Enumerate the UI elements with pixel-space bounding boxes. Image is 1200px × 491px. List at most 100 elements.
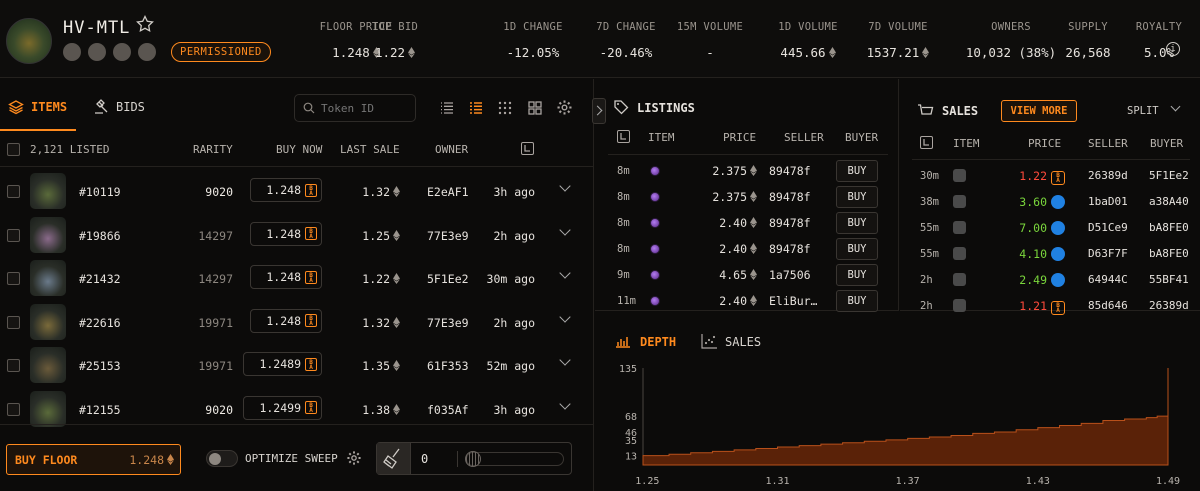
token-id-input[interactable] xyxy=(321,101,405,115)
nft-thumbnail[interactable] xyxy=(30,260,66,296)
table-row[interactable]: #22616 19971 1.248 B A 1.32 77E3e9 2h ago xyxy=(0,299,594,342)
item-avatar[interactable] xyxy=(650,296,660,306)
buy-listing-button[interactable]: BUY xyxy=(836,264,878,286)
sale-row[interactable]: 2h 2.49 64944C 55BF41 xyxy=(905,268,1200,294)
tab-items[interactable]: ITEMS xyxy=(0,86,76,131)
buy-listing-button[interactable]: BUY xyxy=(836,160,878,182)
sale-buyer[interactable]: 5F1Ee2 xyxy=(1149,169,1189,182)
sale-item-thumb[interactable] xyxy=(953,195,966,208)
listings-clock-icon[interactable] xyxy=(617,130,630,143)
select-all-checkbox[interactable] xyxy=(7,143,20,156)
sale-seller[interactable]: 85d646 xyxy=(1088,299,1128,312)
table-row[interactable]: #25153 19971 1.2489 B A 1.35 61F353 52m ago xyxy=(0,342,594,385)
expand-row-chevron-icon[interactable] xyxy=(559,223,571,236)
buy-listing-button[interactable]: BUY xyxy=(836,186,878,208)
clock-icon[interactable] xyxy=(521,142,534,155)
table-row[interactable]: #21432 14297 1.248 B A 1.22 5F1Ee2 30m ago xyxy=(0,255,594,298)
split-dropdown[interactable]: SPLIT xyxy=(1127,101,1185,120)
table-row[interactable]: #12155 9020 1.2499 B A 1.38 f035Af 3h ago xyxy=(0,386,594,429)
listing-seller[interactable]: 89478f xyxy=(769,216,811,230)
listing-seller[interactable]: 1a7506 xyxy=(769,268,811,282)
item-avatar[interactable] xyxy=(650,218,660,228)
expand-row-chevron-icon[interactable] xyxy=(559,354,571,366)
token-search[interactable] xyxy=(294,94,416,122)
owner-address[interactable]: f035Af xyxy=(427,403,469,417)
sweep-slider-handle[interactable] xyxy=(465,451,481,467)
broom-icon[interactable] xyxy=(377,443,411,474)
buy-now-button[interactable]: 1.248 B A xyxy=(250,221,322,246)
list-view-icon[interactable] xyxy=(439,100,455,116)
listing-seller[interactable]: EliBur… xyxy=(769,294,817,308)
sale-row[interactable]: 38m 3.60 1baD01 a38A40 xyxy=(905,190,1200,216)
sale-item-thumb[interactable] xyxy=(953,247,966,260)
sale-seller[interactable]: 26389d xyxy=(1088,169,1128,182)
header-owner[interactable]: OWNER xyxy=(435,143,468,156)
sale-seller[interactable]: 64944C xyxy=(1088,273,1128,286)
listing-row[interactable]: 9m 4.65 1a7506 BUY xyxy=(600,262,895,288)
header-buy-now[interactable]: BUY NOW xyxy=(276,143,322,156)
buy-listing-button[interactable]: BUY xyxy=(836,290,878,312)
sale-seller[interactable]: D51Ce9 xyxy=(1088,221,1128,234)
sale-buyer[interactable]: 55BF41 xyxy=(1149,273,1189,286)
listing-row[interactable]: 8m 2.40 89478f BUY xyxy=(600,210,895,236)
expand-row-chevron-icon[interactable] xyxy=(559,180,571,192)
website-link-icon[interactable] xyxy=(113,43,131,61)
table-row[interactable]: #19866 14297 1.248 B A 1.25 77E3e9 2h ago xyxy=(0,212,594,255)
sale-row[interactable]: 30m 1.22 B A 26389d 5F1Ee2 xyxy=(905,164,1200,190)
owner-address[interactable]: 5F1Ee2 xyxy=(427,272,469,286)
sale-seller[interactable]: D63F7F xyxy=(1088,247,1128,260)
item-avatar[interactable] xyxy=(650,166,660,176)
header-last-sale[interactable]: LAST SALE xyxy=(340,143,400,156)
sale-buyer[interactable]: a38A40 xyxy=(1149,195,1189,208)
owner-address[interactable]: 77E3e9 xyxy=(427,316,469,330)
buy-now-button[interactable]: 1.2489 B A xyxy=(243,352,322,376)
buy-now-button[interactable]: 1.248 B A xyxy=(250,308,322,333)
buy-listing-button[interactable]: BUY xyxy=(836,238,878,260)
royalty-info-icon[interactable]: i xyxy=(1166,42,1180,56)
view-more-button[interactable]: VIEW MORE xyxy=(1001,100,1077,122)
item-avatar[interactable] xyxy=(650,270,660,280)
listing-seller[interactable]: 89478f xyxy=(769,242,811,256)
buy-now-button[interactable]: 1.248 B A xyxy=(250,178,322,202)
opensea-link-icon[interactable] xyxy=(88,43,106,61)
listing-row[interactable]: 8m 2.40 89478f BUY xyxy=(600,236,895,262)
sale-item-thumb[interactable] xyxy=(953,169,966,182)
sale-item-thumb[interactable] xyxy=(953,221,966,234)
optimize-settings-gear-icon[interactable] xyxy=(346,450,362,466)
nft-thumbnail[interactable] xyxy=(30,216,66,253)
row-checkbox[interactable] xyxy=(7,402,20,416)
sale-row[interactable]: 2h 1.21 B A 85d646 26389d xyxy=(905,294,1200,320)
sale-buyer[interactable]: bA8FE0 xyxy=(1149,221,1189,234)
listing-row[interactable]: 8m 2.375 89478f BUY xyxy=(600,184,895,210)
listings-header-price[interactable]: PRICE xyxy=(723,131,756,144)
header-rarity[interactable]: RARITY xyxy=(193,143,233,156)
sales-clock-icon[interactable] xyxy=(920,136,933,149)
sweep-slider[interactable] xyxy=(457,451,567,467)
nft-thumbnail[interactable] xyxy=(30,390,66,427)
expand-row-chevron-icon[interactable] xyxy=(559,267,571,279)
row-checkbox[interactable] xyxy=(7,185,20,198)
large-grid-view-icon[interactable] xyxy=(527,100,543,116)
sale-row[interactable]: 55m 7.00 D51Ce9 bA8FE0 xyxy=(905,216,1200,242)
item-avatar[interactable] xyxy=(650,244,660,254)
nft-thumbnail[interactable] xyxy=(30,173,66,209)
sale-buyer[interactable]: 26389d xyxy=(1149,299,1189,312)
row-checkbox[interactable] xyxy=(7,315,20,329)
expand-row-chevron-icon[interactable] xyxy=(559,397,571,410)
detailed-list-view-icon[interactable] xyxy=(468,100,484,116)
expand-row-chevron-icon[interactable] xyxy=(559,310,571,323)
item-avatar[interactable] xyxy=(650,192,660,202)
row-checkbox[interactable] xyxy=(7,228,20,242)
sweep-count-input[interactable]: 0 xyxy=(421,452,428,466)
small-grid-view-icon[interactable] xyxy=(497,100,513,116)
listing-seller[interactable]: 89478f xyxy=(769,190,811,204)
owner-address[interactable]: 61F353 xyxy=(427,359,469,373)
listing-row[interactable]: 11m 2.40 EliBur… BUY xyxy=(600,288,895,314)
buy-listing-button[interactable]: BUY xyxy=(836,212,878,234)
owner-address[interactable]: 77E3e9 xyxy=(427,229,469,243)
nft-thumbnail[interactable] xyxy=(30,347,66,383)
sale-item-thumb[interactable] xyxy=(953,273,966,286)
settings-gear-icon[interactable] xyxy=(556,99,573,116)
etherscan-link-icon[interactable] xyxy=(63,43,81,61)
sale-row[interactable]: 55m 4.10 D63F7F bA8FE0 xyxy=(905,242,1200,268)
